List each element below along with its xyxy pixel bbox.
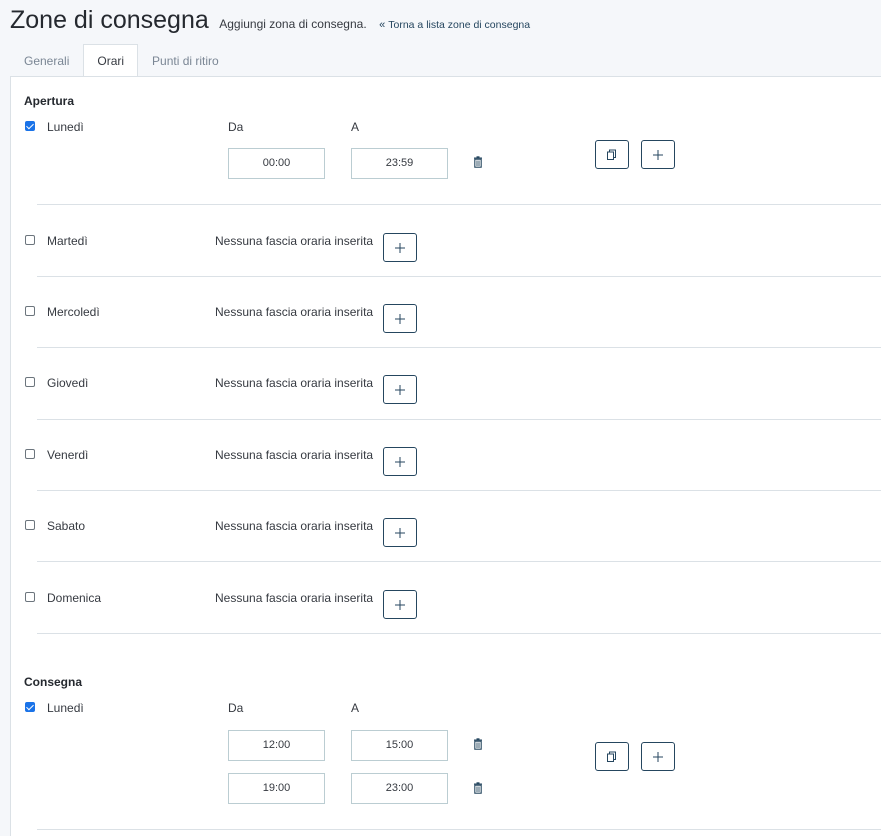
plus-icon (653, 751, 663, 762)
no-slot-text: Nessuna fascia oraria inserita (215, 519, 374, 533)
delivery-section-title: Consegna (24, 675, 83, 689)
opening-tuesday-label: Martedì (47, 234, 88, 248)
delivery-to-label: A (351, 701, 360, 715)
opening-thursday-label: Giovedì (47, 376, 89, 390)
row-divider (37, 276, 881, 277)
plus-icon (395, 313, 405, 324)
page-header: Zone di consegna Aggiungi zona di conseg… (10, 6, 530, 40)
opening-friday-label: Venerdì (47, 448, 89, 462)
copy-icon (607, 751, 616, 762)
tab-orari[interactable]: Orari (83, 44, 139, 77)
plus-icon (395, 599, 405, 610)
opening-wednesday-checkbox[interactable] (25, 306, 35, 316)
row-divider (37, 204, 881, 205)
delivery-monday-copy-button[interactable] (595, 742, 629, 771)
page-title: Zone di consegna (10, 6, 209, 34)
opening-wednesday-add-button[interactable] (383, 304, 417, 333)
delivery-monday-checkbox[interactable] (25, 702, 35, 712)
opening-friday-checkbox[interactable] (25, 449, 35, 459)
opening-monday-slot1-to-input[interactable]: 23:59 (351, 148, 448, 179)
schedule-panel: Apertura Lunedì Da A 00:00 23:59 Martedì… (10, 76, 881, 836)
opening-section-title: Apertura (24, 94, 75, 108)
delivery-monday-slot2-to-input[interactable]: 23:00 (351, 773, 448, 804)
no-slot-text: Nessuna fascia oraria inserita (215, 448, 374, 462)
delivery-monday-slot1-to-input[interactable]: 15:00 (351, 730, 448, 761)
opening-saturday-add-button[interactable] (383, 518, 417, 547)
tab-punti-di-ritiro[interactable]: Punti di ritiro (138, 44, 233, 76)
opening-sunday-label: Domenica (47, 591, 102, 605)
opening-wednesday-label: Mercoledì (47, 305, 100, 319)
no-slot-text: Nessuna fascia oraria inserita (215, 591, 374, 605)
opening-thursday-add-button[interactable] (383, 375, 417, 404)
delivery-monday-slot1-from-input[interactable]: 12:00 (228, 730, 325, 761)
row-divider (37, 561, 881, 562)
opening-saturday-checkbox[interactable] (25, 520, 35, 530)
plus-icon (653, 149, 663, 160)
opening-monday-slot1-from-input[interactable]: 00:00 (228, 148, 325, 179)
opening-sunday-checkbox[interactable] (25, 592, 35, 602)
tab-bar: Generali Orari Punti di ritiro (10, 44, 233, 77)
row-divider (37, 490, 881, 491)
trash-icon[interactable] (472, 782, 484, 794)
no-slot-text: Nessuna fascia oraria inserita (215, 376, 374, 390)
opening-tuesday-checkbox[interactable] (25, 235, 35, 245)
tab-generali[interactable]: Generali (10, 44, 83, 76)
delivery-from-label: Da (228, 701, 244, 715)
plus-icon (395, 456, 405, 467)
opening-monday-copy-button[interactable] (595, 140, 629, 169)
back-to-list-link[interactable]: «Torna a lista zone di consegna (379, 19, 530, 31)
opening-saturday-label: Sabato (47, 519, 86, 533)
row-divider (37, 347, 881, 348)
double-chevron-left-icon: « (379, 19, 386, 31)
delivery-monday-slot2-from-input[interactable]: 19:00 (228, 773, 325, 804)
delivery-monday-label: Lunedì (47, 701, 84, 715)
copy-icon (607, 149, 616, 160)
no-slot-text: Nessuna fascia oraria inserita (215, 234, 374, 248)
opening-from-label: Da (228, 120, 244, 134)
page-subtitle: Aggiungi zona di consegna. (219, 17, 367, 31)
plus-icon (395, 242, 405, 253)
row-divider (37, 419, 881, 420)
delivery-monday-add-button[interactable] (641, 742, 675, 771)
opening-monday-label: Lunedì (47, 120, 84, 134)
no-slot-text: Nessuna fascia oraria inserita (215, 305, 374, 319)
trash-icon[interactable] (472, 156, 484, 168)
plus-icon (395, 527, 405, 538)
row-divider (37, 633, 881, 634)
opening-friday-add-button[interactable] (383, 447, 417, 476)
opening-tuesday-add-button[interactable] (383, 233, 417, 262)
plus-icon (395, 384, 405, 395)
trash-icon[interactable] (472, 738, 484, 750)
opening-sunday-add-button[interactable] (383, 590, 417, 619)
opening-to-label: A (351, 120, 360, 134)
opening-thursday-checkbox[interactable] (25, 377, 35, 387)
back-link-label: Torna a lista zone di consegna (388, 19, 531, 31)
opening-monday-checkbox[interactable] (25, 121, 35, 131)
opening-monday-add-button[interactable] (641, 140, 675, 169)
